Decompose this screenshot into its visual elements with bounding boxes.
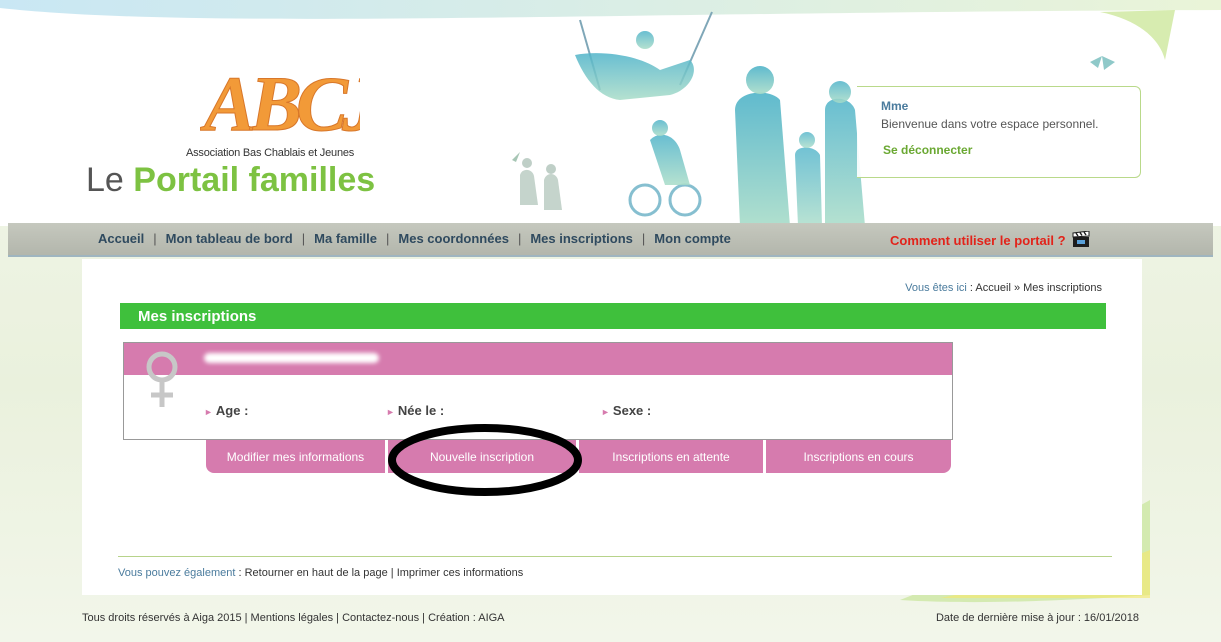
bullet-arrow-icon: ► [204, 407, 213, 417]
new-registration-button[interactable]: Nouvelle inscription [388, 440, 576, 473]
divider [118, 556, 1112, 557]
portal-title: Le Portail familles [86, 161, 375, 200]
logout-link[interactable]: Se déconnecter [883, 143, 972, 157]
person-name-redacted [204, 353, 379, 363]
age-field: ► Age : [204, 403, 248, 418]
header: ABCJ Association Bas Chablais et Jeunes … [0, 0, 1221, 226]
nav-item-inscriptions[interactable]: Mes inscriptions [530, 231, 633, 246]
bullet-arrow-icon: ► [601, 407, 610, 417]
back-to-top-link[interactable]: Retourner en haut de la page [245, 567, 388, 579]
nav-separator: | [153, 231, 157, 246]
footer-links: Tous droits réservés à Aiga 2015 | Menti… [82, 612, 505, 624]
breadcrumb: Vous êtes ici : Accueil » Mes inscriptio… [905, 282, 1102, 294]
main-nav: Accueil | Mon tableau de bord | Ma famille | M… [8, 223, 1213, 257]
nav-separator: | [301, 231, 306, 246]
nav-item-accueil[interactable]: Accueil [98, 231, 144, 246]
colon: : [235, 567, 245, 579]
clapperboard-icon [1072, 231, 1090, 247]
nav-item-ma-famille[interactable]: Ma famille [314, 231, 377, 246]
nav-separator: | [641, 231, 646, 246]
person-card: ► Age : ► Née le : ► Sexe : [123, 342, 953, 440]
nav-items: Accueil | Mon tableau de bord | Ma famille | M… [98, 231, 731, 246]
person-actions: Modifier mes informations Nouvelle inscr… [206, 440, 951, 473]
nav-separator: | [386, 231, 390, 246]
footer-last-update: Date de dernière mise à jour : 16/01/201… [935, 612, 1139, 624]
person-card-header [124, 343, 952, 375]
section-title: Mes inscriptions [138, 308, 257, 325]
breadcrumb-path: : Accueil » Mes inscriptions [966, 282, 1102, 294]
portal-title-prefix: Le [86, 161, 124, 199]
female-symbol-icon [146, 351, 178, 407]
separator: | [387, 567, 397, 579]
sex-label: Sexe : [612, 403, 652, 418]
secondary-links-lead: Vous pouvez également [118, 567, 236, 579]
section-header: Mes inscriptions [120, 303, 1106, 329]
breadcrumb-lead: Vous êtes ici [905, 282, 967, 294]
age-label: Age : [215, 403, 249, 418]
help-link-label: Comment utiliser le portail ? [890, 233, 1066, 248]
edit-info-button[interactable]: Modifier mes informations [206, 440, 385, 473]
main-content: Vous êtes ici : Accueil » Mes inscriptio… [82, 259, 1142, 595]
nav-item-tableau-de-bord[interactable]: Mon tableau de bord [166, 231, 293, 246]
welcome-text: Bienvenue dans votre espace personnel. [881, 117, 1099, 131]
help-link[interactable]: Comment utiliser le portail ? [890, 231, 1091, 248]
user-name: Mme [881, 99, 909, 113]
svg-text:ABCJ: ABCJ [200, 60, 360, 147]
nav-separator: | [517, 231, 522, 246]
current-registrations-button[interactable]: Inscriptions en cours [766, 440, 951, 473]
pending-registrations-button[interactable]: Inscriptions en attente [579, 440, 763, 473]
nav-item-mon-compte[interactable]: Mon compte [654, 231, 731, 246]
portal-title-strong: Portail familles [133, 161, 376, 199]
logo-subtitle: Association Bas Chablais et Jeunes [186, 147, 355, 159]
secondary-links: Vous pouvez également : Retourner en hau… [118, 567, 523, 579]
print-link[interactable]: Imprimer ces informations [397, 567, 524, 579]
bullet-arrow-icon: ► [386, 407, 395, 417]
abcj-logo: ABCJ [200, 60, 360, 148]
sex-field: ► Sexe : [601, 403, 651, 418]
birthdate-label: Née le : [397, 403, 445, 418]
nav-item-coordonnees[interactable]: Mes coordonnées [398, 231, 509, 246]
birthdate-field: ► Née le : [386, 403, 444, 418]
user-box: Mme Bienvenue dans votre espace personne… [857, 86, 1141, 178]
